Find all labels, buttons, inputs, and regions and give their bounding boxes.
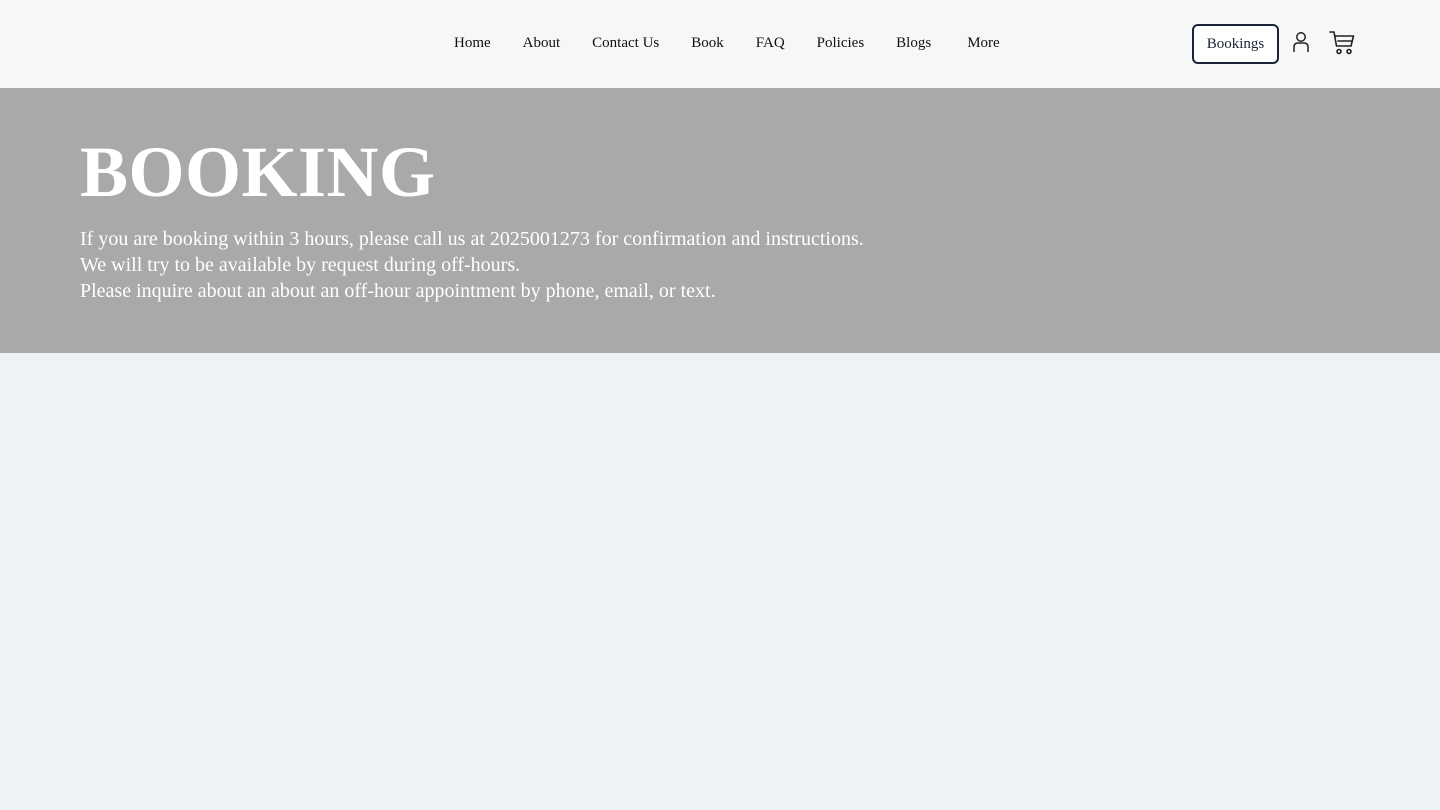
nav-item-about[interactable]: About bbox=[507, 35, 577, 52]
nav-item-more[interactable]: More bbox=[947, 35, 1016, 52]
booking-instructions: If you are booking within 3 hours, pleas… bbox=[80, 226, 864, 304]
nav-item-blogs[interactable]: Blogs bbox=[880, 35, 947, 52]
nav-item-book[interactable]: Book bbox=[675, 35, 740, 52]
user-icon[interactable] bbox=[1291, 31, 1311, 53]
bookings-button[interactable]: Bookings bbox=[1192, 24, 1279, 64]
nav-item-home[interactable]: Home bbox=[438, 35, 507, 52]
main-nav: Home About Contact Us Book FAQ Policies … bbox=[438, 0, 1016, 86]
site-header: Home About Contact Us Book FAQ Policies … bbox=[0, 0, 1440, 88]
nav-item-contact-us[interactable]: Contact Us bbox=[576, 35, 675, 52]
booking-hero: BOOKING If you are booking within 3 hour… bbox=[0, 88, 1440, 353]
nav-item-faq[interactable]: FAQ bbox=[740, 35, 801, 52]
cart-icon[interactable] bbox=[1329, 30, 1355, 56]
main-content bbox=[0, 353, 1440, 810]
instruction-line-inquire: Please inquire about an about an off-hou… bbox=[80, 280, 716, 302]
instruction-line-call: If you are booking within 3 hours, pleas… bbox=[80, 228, 864, 250]
page-title: BOOKING bbox=[80, 132, 436, 212]
instruction-line-off-hours: We will try to be available by request d… bbox=[80, 254, 521, 276]
nav-item-policies[interactable]: Policies bbox=[801, 35, 881, 52]
